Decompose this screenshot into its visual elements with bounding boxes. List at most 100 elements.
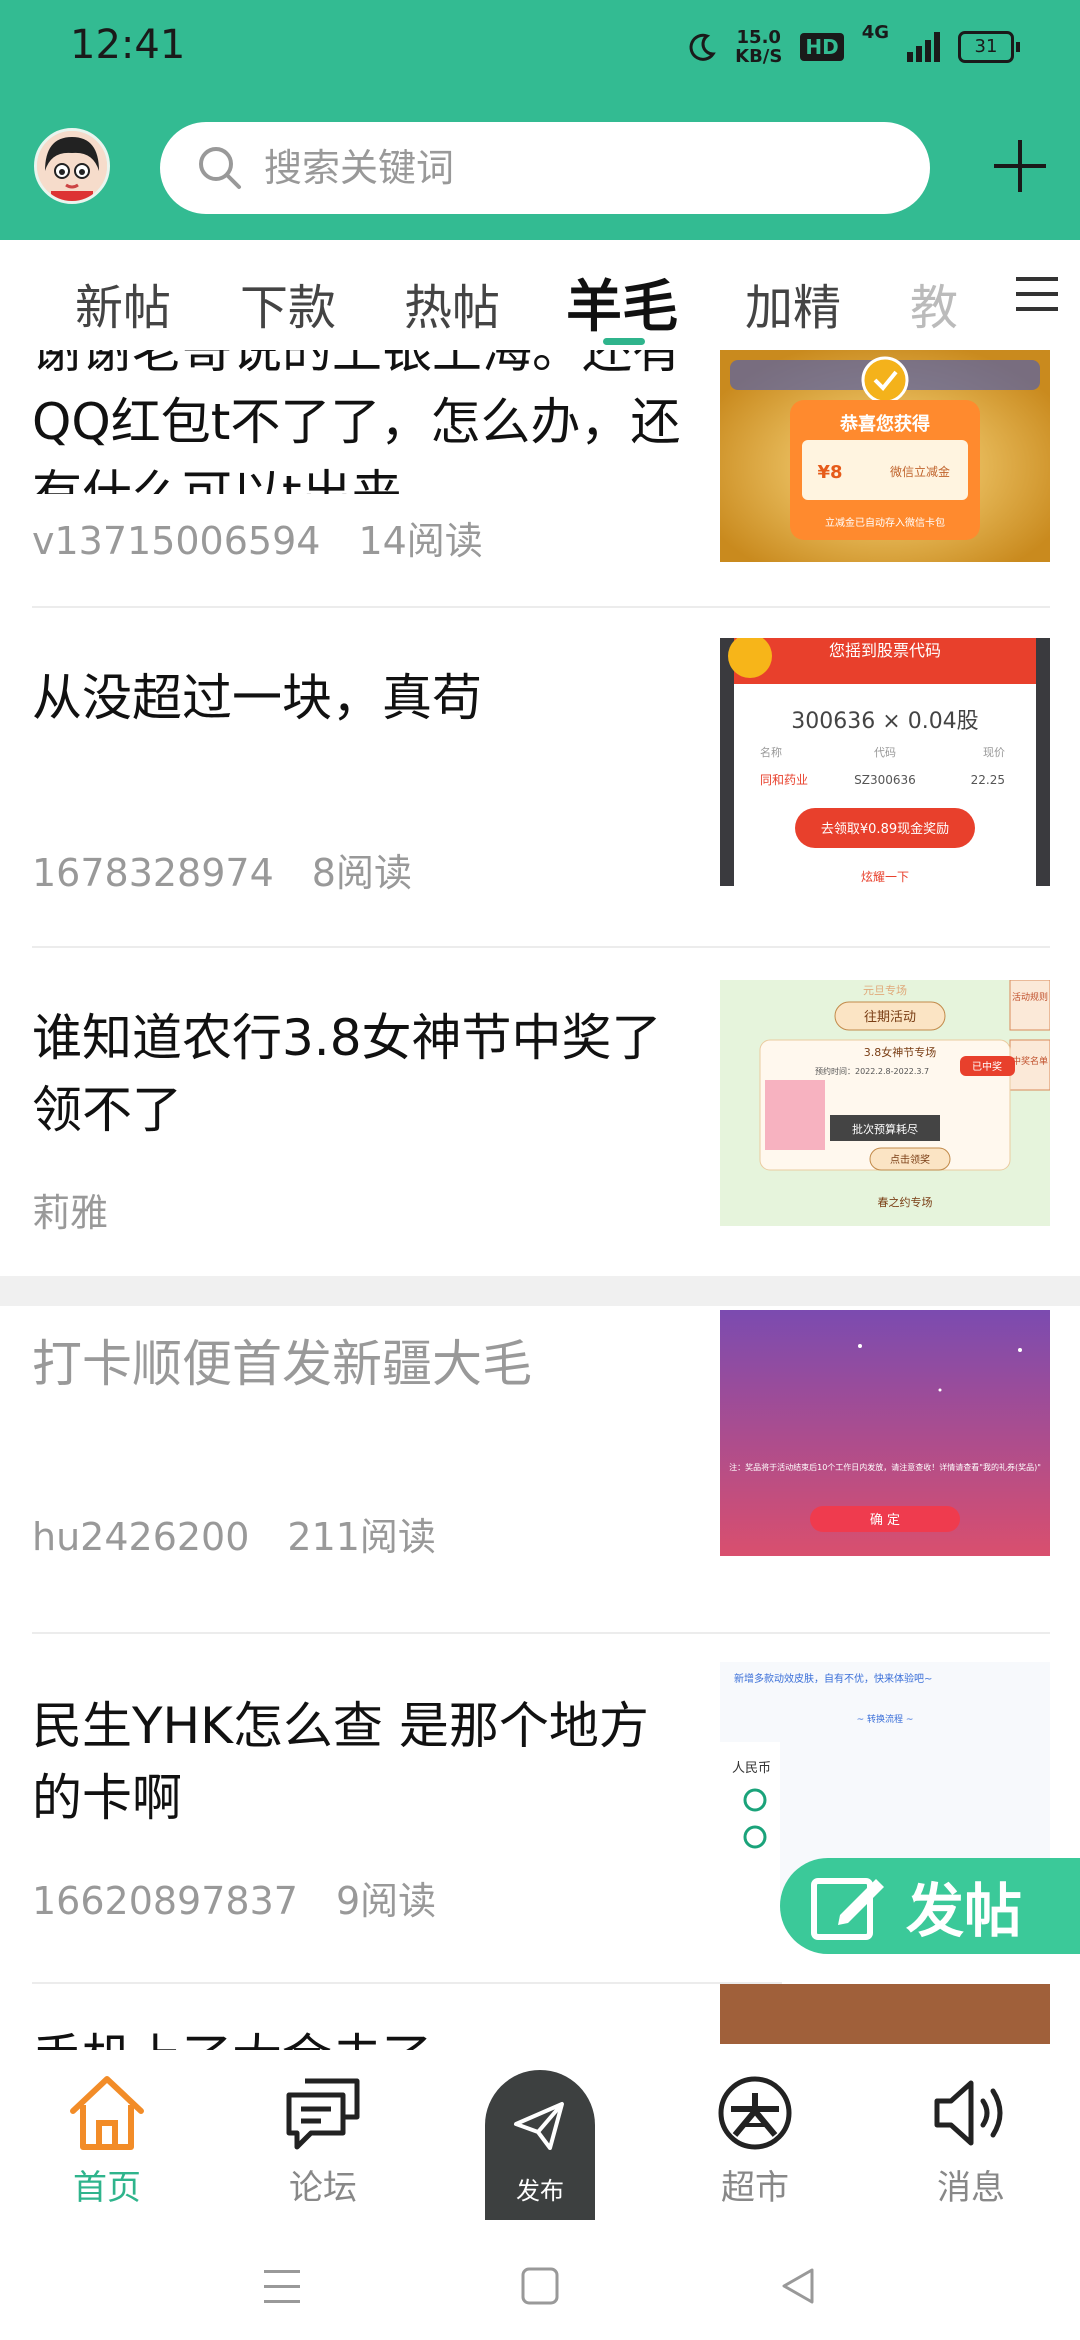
menu-icon[interactable] xyxy=(1014,274,1060,314)
post-meta: 莉雅 xyxy=(32,1182,108,1237)
post-title: 民生YHK怎么查 是那个地方的卡啊 xyxy=(32,1697,649,1827)
svg-text:代码: 代码 xyxy=(874,746,896,759)
market-icon xyxy=(718,2076,792,2150)
post-author: 1678328974 xyxy=(32,851,274,895)
network-type: 4G xyxy=(861,22,889,43)
svg-text:春之约专场: 春之约专场 xyxy=(878,1195,933,1209)
system-nav-bar xyxy=(0,2230,1080,2340)
section-separator xyxy=(0,1276,1080,1306)
post-title: 从没超过一块，真苟 xyxy=(32,669,482,727)
nav-messages-label: 消息 xyxy=(937,2168,1005,2208)
post-reads: 8阅读 xyxy=(311,851,412,895)
post-reads: 14阅读 xyxy=(358,519,483,563)
nav-home-label: 首页 xyxy=(73,2168,141,2208)
home-icon xyxy=(70,2076,144,2150)
user-avatar[interactable] xyxy=(34,128,110,204)
post-meta: 1678328974 8阅读 xyxy=(32,842,412,897)
new-post-button[interactable]: 发帖 xyxy=(780,1858,1080,1954)
thumb-headline: 恭喜您获得 xyxy=(839,413,930,435)
thumb-header: 您摇到股票代码 xyxy=(829,641,941,660)
post-author: hu2426200 xyxy=(32,1515,250,1559)
thumb-prize: 微信立减金 xyxy=(890,464,950,479)
search-icon xyxy=(199,147,241,189)
svg-text:同和药业: 同和药业 xyxy=(760,773,808,787)
svg-text:确 定: 确 定 xyxy=(870,1513,900,1528)
moon-icon xyxy=(689,33,716,61)
nav-messages[interactable]: 消息 xyxy=(896,2070,1046,2209)
post-author: v13715006594 xyxy=(32,519,321,563)
nav-publish-label: 发布 xyxy=(516,2177,564,2205)
send-icon xyxy=(514,2102,564,2150)
tab-featured[interactable]: 加精 xyxy=(745,268,841,338)
svg-text:活动规则: 活动规则 xyxy=(1012,991,1048,1003)
hd-badge: HD xyxy=(800,33,844,61)
post-reads: 211阅读 xyxy=(287,1515,436,1559)
post-title: 手机上了大金去了 xyxy=(32,2022,692,2050)
post-thumbnail: 恭喜您获得 ¥8 微信立减金 立减金已自动存入微信卡包 xyxy=(720,350,1050,562)
svg-text:元旦专场: 元旦专场 xyxy=(863,983,907,997)
status-icons: 15.0 KB/S HD 4G 31 xyxy=(687,22,1020,72)
tab-deals[interactable]: 羊毛 xyxy=(566,262,678,343)
signal-icon xyxy=(907,32,940,62)
svg-text:人民币: 人民币 xyxy=(732,1761,771,1776)
tab-tutorials[interactable]: 教 xyxy=(910,268,958,338)
post-author: 莉雅 xyxy=(32,1191,109,1235)
tab-hot-posts[interactable]: 热帖 xyxy=(404,268,500,338)
post-title: 谢谢老哥说的上银上海。还有QQ红包t不了了，怎么办，还有什么可以t出来 xyxy=(32,350,682,494)
status-time: 12:41 xyxy=(70,22,186,68)
tab-loans[interactable]: 下款 xyxy=(240,268,336,338)
svg-text:~ 转换流程 ~: ~ 转换流程 ~ xyxy=(857,1713,914,1725)
svg-text:预约时间：2022.2.8-2022.3.7: 预约时间：2022.2.8-2022.3.7 xyxy=(815,1066,929,1076)
post-meta: 16620897837 9阅读 xyxy=(32,1870,436,1925)
recent-apps-icon[interactable] xyxy=(262,2268,302,2306)
nav-market[interactable]: 超市 xyxy=(680,2070,830,2209)
svg-text:现价: 现价 xyxy=(983,746,1005,759)
post-item[interactable]: 谢谢老哥说的上银上海。还有QQ红包t不了了，怎么办，还有什么可以t出来 v137… xyxy=(0,350,1080,608)
bottom-nav: 首页 论坛 发布 超市 消息 xyxy=(0,2050,1080,2230)
home-button-icon[interactable] xyxy=(520,2266,560,2306)
post-item[interactable]: 从没超过一块，真苟 1678328974 8阅读 您摇到股票代码 300636 ×… xyxy=(0,608,1080,946)
nav-forum-label: 论坛 xyxy=(289,2168,357,2208)
post-meta: hu2426200 211阅读 xyxy=(32,1506,436,1561)
search-box[interactable] xyxy=(160,122,930,214)
speaker-icon xyxy=(934,2080,1003,2146)
tab-new-posts[interactable]: 新帖 xyxy=(75,268,171,338)
svg-text:22.25: 22.25 xyxy=(971,773,1005,787)
post-item[interactable]: 谁知道农行3.8女神节中奖了领不了 莉雅 元旦专场 活动规则 中奖名单 往期活动… xyxy=(0,946,1080,1276)
post-title: 打卡顺便首发新疆大毛 xyxy=(32,1335,532,1393)
svg-text:3.8女神节专场: 3.8女神节专场 xyxy=(864,1045,937,1059)
post-meta: v13715006594 14阅读 xyxy=(32,510,483,565)
thumb-main: 300636 × 0.04股 xyxy=(791,709,978,734)
post-title: 谁知道农行3.8女神节中奖了领不了 xyxy=(32,1009,662,1139)
svg-text:SZ300636: SZ300636 xyxy=(854,773,916,787)
post-thumbnail xyxy=(720,1984,1050,2044)
post-item[interactable]: 手机上了大金去了 xyxy=(0,1984,1080,2050)
nav-market-label: 超市 xyxy=(721,2168,789,2208)
net-speed: 15.0 KB/S xyxy=(735,27,783,67)
chat-icon xyxy=(286,2078,360,2150)
thumb-note: 立减金已自动存入微信卡包 xyxy=(825,516,945,529)
back-icon[interactable] xyxy=(778,2266,818,2306)
active-tab-indicator xyxy=(603,338,645,345)
post-thumbnail: 您摇到股票代码 300636 × 0.04股 名称 代码 现价 同和药业 SZ3… xyxy=(720,638,1050,886)
search-input[interactable] xyxy=(262,145,826,191)
svg-text:名称: 名称 xyxy=(760,745,782,759)
svg-text:新增多款动效皮肤，自有不优，快来体验吧~: 新增多款动效皮肤，自有不优，快来体验吧~ xyxy=(734,1672,932,1685)
post-thumbnail: 元旦专场 活动规则 中奖名单 往期活动 3.8女神节专场 预约时间：2022.2… xyxy=(720,980,1050,1226)
svg-text:注：奖品将于活动结束后10个工作日内发放，请注意查收！详情请: 注：奖品将于活动结束后10个工作日内发放，请注意查收！详情请查看"我的礼券(奖品… xyxy=(729,1462,1041,1472)
post-reads: 9阅读 xyxy=(335,1879,437,1923)
nav-home[interactable]: 首页 xyxy=(32,2070,182,2209)
add-icon[interactable] xyxy=(988,134,1052,198)
battery-icon: 31 xyxy=(958,31,1020,63)
nav-publish[interactable]: 发布 xyxy=(485,2070,595,2220)
post-feed: 谢谢老哥说的上银上海。还有QQ红包t不了了，怎么办，还有什么可以t出来 v137… xyxy=(0,350,1080,2050)
edit-icon xyxy=(811,1878,884,1940)
app-header: 12:41 15.0 KB/S HD 4G 31 xyxy=(0,0,1080,240)
post-item[interactable]: 打卡顺便首发新疆大毛 hu2426200 211阅读 注：奖品将于活动结束后10个… xyxy=(0,1306,1080,1632)
post-author: 16620897837 xyxy=(32,1879,298,1923)
svg-text:已中奖: 已中奖 xyxy=(972,1060,1002,1073)
thumb-amount: ¥8 xyxy=(817,462,842,483)
svg-text:炫耀一下: 炫耀一下 xyxy=(861,869,909,884)
post-thumbnail: 注：奖品将于活动结束后10个工作日内发放，请注意查收！详情请查看"我的礼券(奖品… xyxy=(720,1310,1050,1556)
nav-forum[interactable]: 论坛 xyxy=(248,2070,398,2209)
